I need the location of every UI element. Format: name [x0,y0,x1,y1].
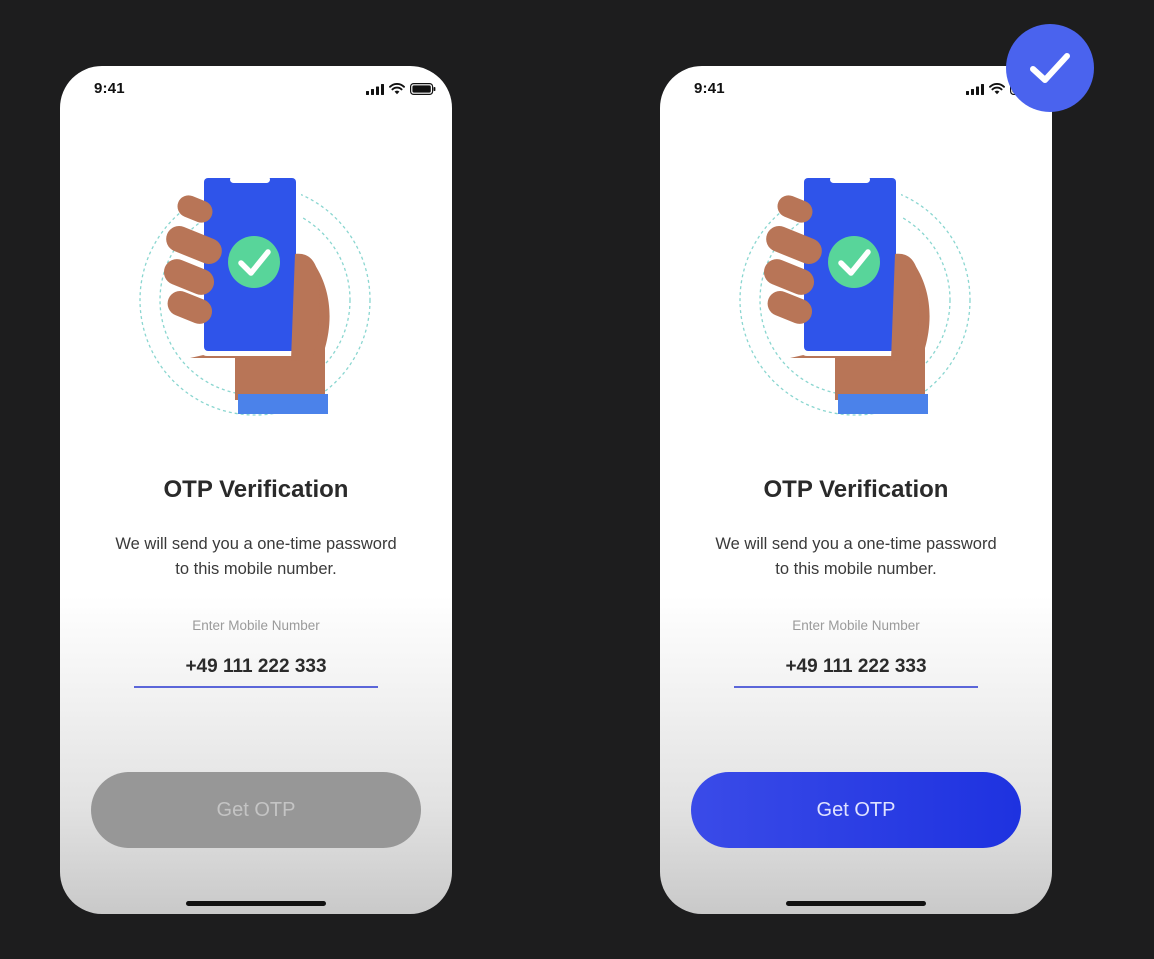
status-bar: 9:41 [60,80,452,100]
mobile-number-label: Enter Mobile Number [792,618,920,633]
description-line: We will send you a one-time password [715,535,997,553]
checkmark-icon [1030,53,1070,83]
page-title: OTP Verification [763,476,949,503]
mobile-number-input[interactable]: +49 111 222 333 [134,654,378,688]
mobile-number-label: Enter Mobile Number [192,618,320,633]
hand-holding-phone-illustration [739,174,971,416]
page-title: OTP Verification [163,476,349,503]
home-indicator [786,901,926,906]
get-otp-button[interactable]: Get OTP [91,772,421,848]
home-indicator [186,901,326,906]
signal-icon [966,83,984,95]
status-time: 9:41 [94,80,125,97]
get-otp-button[interactable]: Get OTP [691,772,1021,848]
phone-screen-disabled: 9:41 OTP Verification We will send you a… [60,66,452,914]
signal-icon [366,83,384,95]
description: We will send you a one-time password to … [690,532,1022,582]
phone-screen-enabled: 9:41 OTP Verification We will send you a… [660,66,1052,914]
description-line: to this mobile number. [775,560,937,578]
mobile-number-input[interactable]: +49 111 222 333 [734,654,978,688]
description: We will send you a one-time password to … [90,532,422,582]
description-line: to this mobile number. [175,560,337,578]
battery-icon [410,83,436,95]
wifi-icon [989,83,1005,95]
selected-badge [1006,24,1094,112]
wifi-icon [389,83,405,95]
description-line: We will send you a one-time password [115,535,397,553]
hand-holding-phone-illustration [139,174,371,416]
comparison-stage: 9:41 OTP Verification We will send you a… [0,0,1154,959]
status-time: 9:41 [694,80,725,97]
status-bar: 9:41 [660,80,1052,100]
